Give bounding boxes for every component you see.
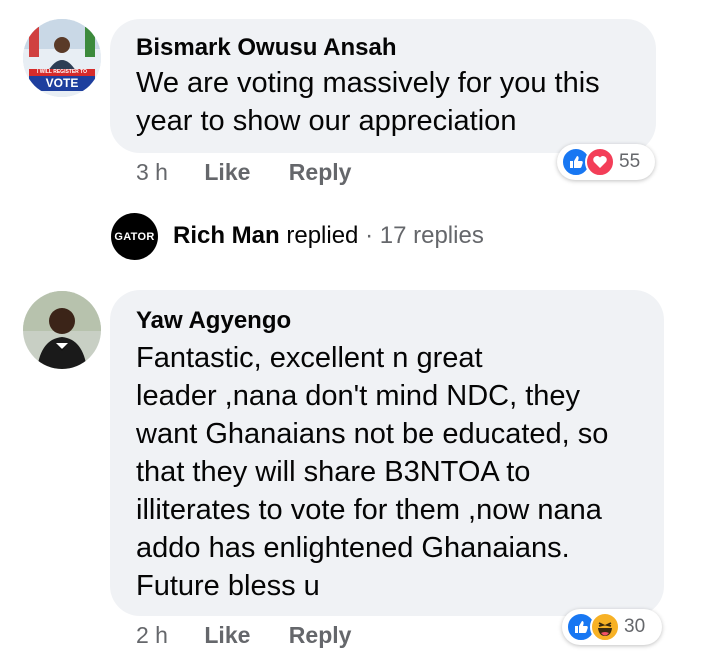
comment-author[interactable]: Bismark Owusu Ansah: [136, 34, 656, 62]
reaction-count: 55: [619, 151, 641, 172]
reply-count: 17 replies: [379, 222, 484, 249]
comment-text-line: leader ,nana don't mind NDC, they: [136, 380, 581, 412]
like-button[interactable]: Like: [204, 622, 250, 648]
vote-badge-big: VOTE: [45, 76, 79, 90]
comment-text: Fantastic, excellent n great leader ,nan…: [136, 339, 664, 605]
comment-text-line: that they will share B3NTOA to: [136, 456, 531, 488]
comment-bubble-1: Bismark Owusu Ansah We are voting massiv…: [110, 19, 656, 153]
comment-text-line: We are voting massively for you this: [136, 67, 600, 99]
comment-bubble-2: Yaw Agyengo Fantastic, excellent n great…: [110, 290, 664, 616]
comment-text-line: illiterates to vote for them ,now nana: [136, 494, 602, 526]
reply-separator: ·: [365, 222, 374, 249]
comment-timestamp[interactable]: 2 h: [136, 622, 168, 648]
comment-actions-1: 3 h Like Reply: [136, 159, 383, 186]
comment-text-line: addo has enlightened Ghanaians.: [136, 532, 570, 564]
avatar-rich-man[interactable]: GATOR: [111, 213, 158, 260]
reply-button[interactable]: Reply: [289, 159, 352, 185]
reply-author: Rich Man: [173, 222, 280, 249]
reaction-count: 30: [624, 616, 646, 637]
reactions-summary-2[interactable]: 30: [562, 609, 662, 645]
comment-text-line: Fantastic, excellent n great: [136, 342, 483, 374]
haha-icon: [590, 612, 620, 642]
comment-actions-2: 2 h Like Reply: [136, 622, 383, 649]
love-icon: [585, 147, 615, 177]
view-replies-link[interactable]: Rich Man replied · 17 replies: [173, 222, 484, 250]
comment-text-line: Future bless u: [136, 570, 320, 602]
avatar-photo: [23, 291, 101, 369]
reply-button[interactable]: Reply: [289, 622, 352, 648]
avatar-bismark[interactable]: I WILL REGISTER TO VOTE: [23, 19, 101, 97]
comment-text-line: year to show our appreciation: [136, 105, 517, 137]
reactions-summary-1[interactable]: 55: [557, 144, 655, 180]
vote-badge: I WILL REGISTER TO VOTE: [29, 69, 95, 91]
reply-verb: replied: [286, 222, 359, 249]
comment-timestamp[interactable]: 3 h: [136, 159, 168, 185]
avatar-yaw[interactable]: [23, 291, 101, 369]
like-button[interactable]: Like: [204, 159, 250, 185]
comment-text-line: want Ghanaians not be educated, so: [136, 418, 609, 450]
comment-author[interactable]: Yaw Agyengo: [136, 307, 664, 335]
comment-text: We are voting massively for you this yea…: [136, 64, 656, 140]
gator-logo-text: GATOR: [114, 230, 155, 243]
vote-badge-small: I WILL REGISTER TO: [29, 69, 95, 76]
